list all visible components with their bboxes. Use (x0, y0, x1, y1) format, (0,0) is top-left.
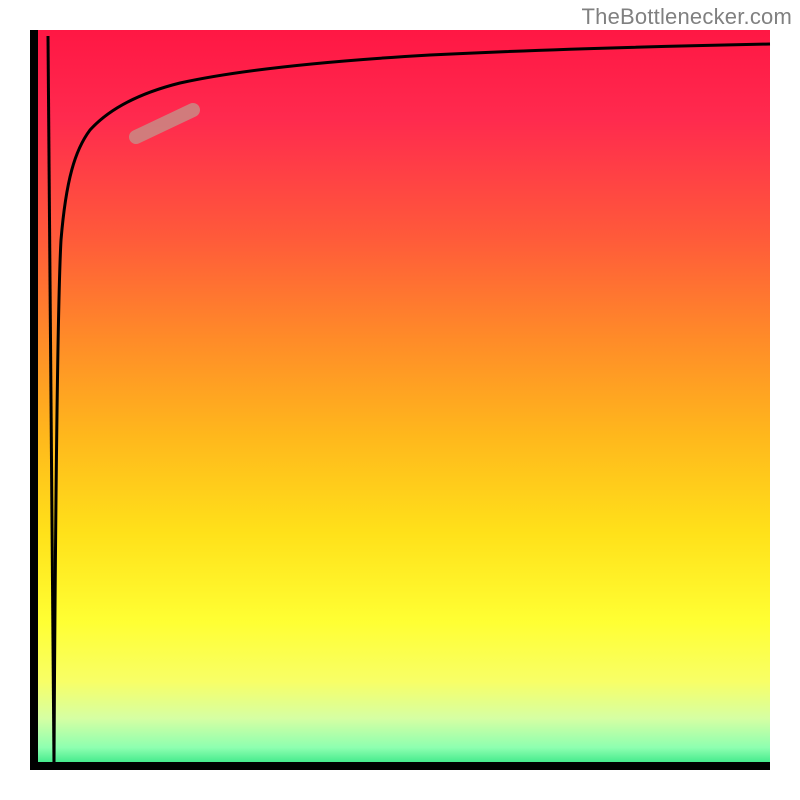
bottleneck-curve (54, 44, 770, 765)
curve-layer (30, 30, 770, 770)
chart-canvas: TheBottlenecker.com (0, 0, 800, 800)
highlight-segment (136, 110, 193, 137)
y-axis (30, 30, 38, 770)
x-axis (30, 762, 770, 770)
watermark-text: TheBottlenecker.com (582, 4, 792, 30)
curve-initial-drop (48, 36, 54, 765)
